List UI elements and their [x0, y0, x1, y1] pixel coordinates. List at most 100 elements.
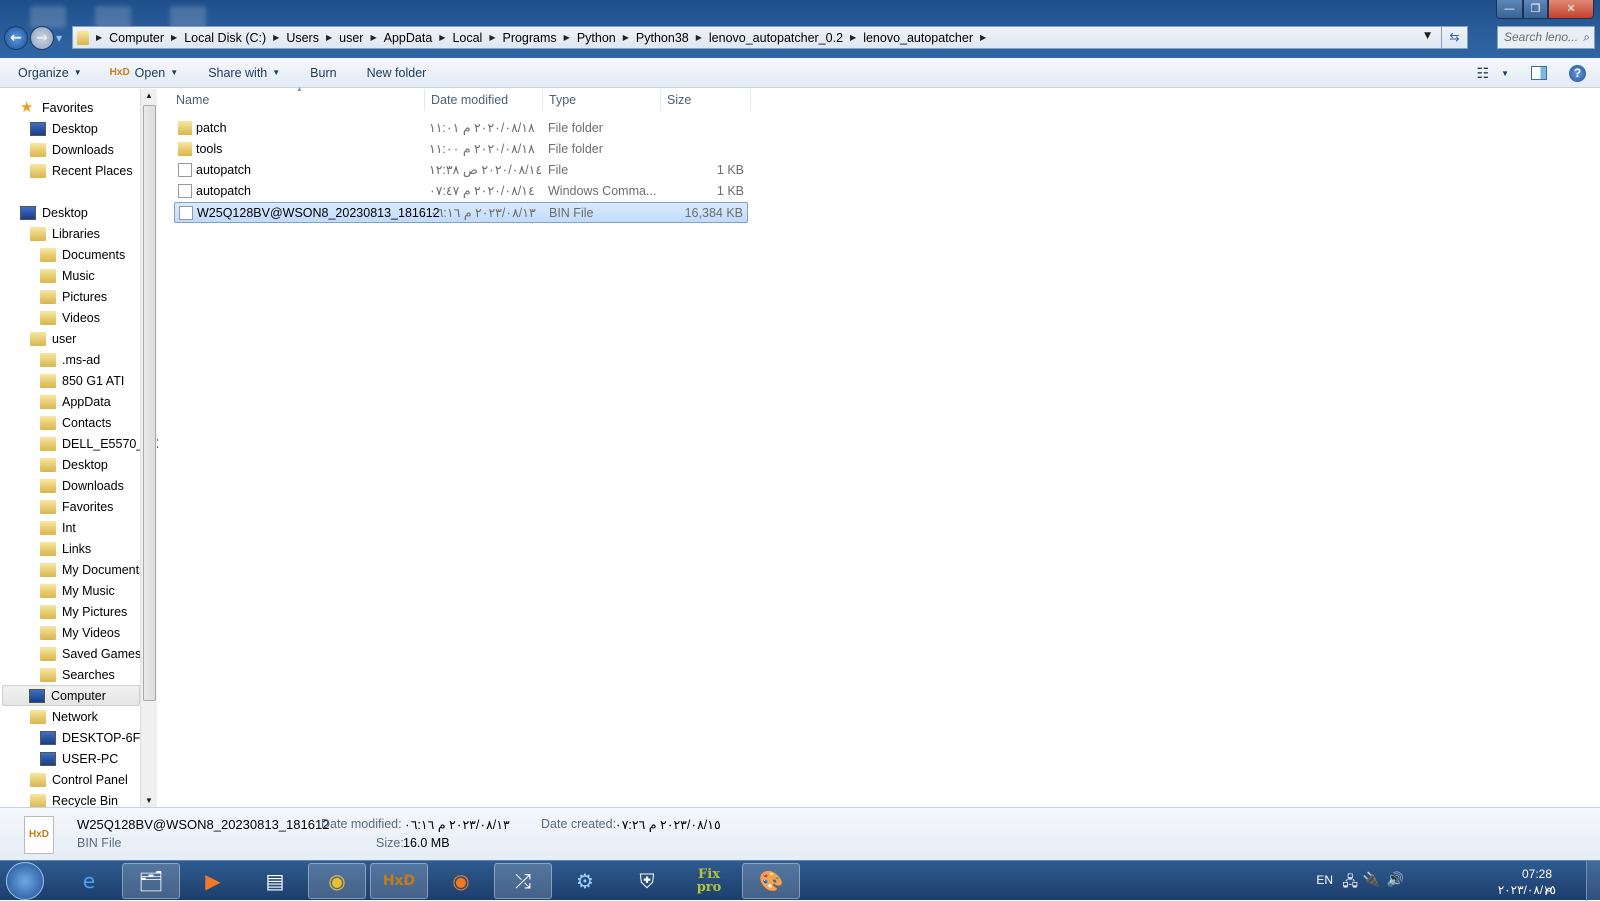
sidebar-item[interactable]: USER-PC: [40, 748, 118, 769]
breadcrumb-item[interactable]: lenovo_autopatcher_0.2: [709, 31, 843, 45]
sidebar-item[interactable]: 850 G1 ATI: [40, 370, 124, 391]
taskbar-paint-icon[interactable]: 🎨: [742, 863, 800, 899]
burn-button[interactable]: Burn: [310, 66, 336, 80]
file-row[interactable]: autopatch ٢٠٢٠/٠٨/١٤ م ٠٧:٤٧ Windows Comma…: [174, 181, 748, 202]
breadcrumb-separator-icon[interactable]: ▶: [980, 33, 986, 42]
breadcrumb-separator-icon[interactable]: ▶: [696, 33, 702, 42]
breadcrumb-separator-icon[interactable]: ▶: [171, 33, 177, 42]
breadcrumb-separator-icon[interactable]: ▶: [850, 33, 856, 42]
sidebar-item[interactable]: Saved Games: [40, 643, 141, 664]
sidebar-item[interactable]: user: [30, 328, 76, 349]
sidebar-item[interactable]: Int: [40, 517, 76, 538]
breadcrumb-item[interactable]: lenovo_autopatcher: [863, 31, 973, 45]
sidebar-item[interactable]: My Music: [40, 580, 115, 601]
sidebar-item[interactable]: Desktop: [20, 202, 88, 223]
sidebar-item[interactable]: Documents: [40, 244, 125, 265]
file-row[interactable]: patch ٢٠٢٠/٠٨/١٨ م ١١:٠١ File folder: [174, 118, 748, 139]
sidebar-item[interactable]: .ms-ad: [40, 349, 100, 370]
sidebar-item[interactable]: Contacts: [40, 412, 111, 433]
sidebar-item[interactable]: ★ Favorites: [20, 97, 93, 118]
breadcrumb-item[interactable]: Local Disk (C:): [184, 31, 266, 45]
open-button[interactable]: HxD Open ▼: [110, 66, 179, 80]
minimize-button[interactable]: —: [1496, 0, 1523, 19]
breadcrumb-item[interactable]: Computer: [109, 31, 164, 45]
sidebar-item[interactable]: Computer: [2, 685, 140, 706]
search-input[interactable]: Search leno... ⌕: [1497, 26, 1595, 49]
sidebar-item[interactable]: Desktop: [40, 454, 108, 475]
share-with-button[interactable]: Share with ▼: [208, 66, 280, 80]
breadcrumb-item[interactable]: Python: [577, 31, 616, 45]
close-button[interactable]: ✕: [1548, 0, 1594, 19]
breadcrumb-separator-icon[interactable]: ▶: [623, 33, 629, 42]
address-bar[interactable]: ▶ Computer ▶ Local Disk (C:) ▶ Users ▶ user ▶ App…: [72, 26, 1468, 49]
taskbar-settings-app-icon[interactable]: ⚙: [556, 863, 614, 899]
organize-button[interactable]: Organize ▼: [18, 66, 82, 80]
scrollbar-thumb[interactable]: [143, 105, 156, 701]
sidebar-item[interactable]: Desktop: [30, 118, 98, 139]
navigation-scrollbar[interactable]: ▲ ▼: [140, 89, 157, 807]
address-dropdown-icon[interactable]: ▼: [1424, 31, 1431, 41]
sidebar-item[interactable]: Recent Places: [30, 160, 133, 181]
new-folder-button[interactable]: New folder: [367, 66, 427, 80]
taskbar-window-app-icon[interactable]: ▤: [246, 863, 304, 899]
file-row[interactable]: autopatch ٢٠٢٠/٠٨/١٤ ص ١٢:٣٨ File 1 KB: [174, 160, 748, 181]
preview-pane-icon[interactable]: [1531, 66, 1547, 80]
taskbar-security-app-icon[interactable]: ⛨: [618, 863, 676, 899]
refresh-icon[interactable]: ⇆: [1441, 27, 1467, 48]
sidebar-item[interactable]: Control Panel: [30, 769, 128, 790]
breadcrumb-item[interactable]: user: [339, 31, 363, 45]
view-options-icon[interactable]: ☷: [1477, 65, 1490, 82]
column-date-modified[interactable]: Date modified: [425, 89, 543, 111]
scroll-down-icon[interactable]: ▼: [145, 796, 153, 805]
taskbar-file-explorer-icon[interactable]: 🗂: [122, 863, 180, 899]
file-row[interactable]: tools ٢٠٢٠/٠٨/١٨ م ١١:٠٠ File folder: [174, 139, 748, 160]
breadcrumb-separator-icon[interactable]: ▶: [564, 33, 570, 42]
recent-pages-chevron-icon[interactable]: ▼: [56, 34, 62, 43]
back-button[interactable]: ←: [4, 26, 28, 50]
sidebar-item[interactable]: Searches: [40, 664, 115, 685]
view-chevron-icon[interactable]: ▼: [1501, 69, 1509, 78]
breadcrumb-separator-icon[interactable]: ▶: [489, 33, 495, 42]
sidebar-item[interactable]: Libraries: [30, 223, 100, 244]
breadcrumb-separator-icon[interactable]: ▶: [370, 33, 376, 42]
sidebar-item[interactable]: My Documents: [40, 559, 145, 580]
breadcrumb-separator-icon[interactable]: ▶: [439, 33, 445, 42]
sidebar-item[interactable]: Links: [40, 538, 91, 559]
sidebar-item[interactable]: Pictures: [40, 286, 107, 307]
sidebar-item[interactable]: Downloads: [30, 139, 114, 160]
column-size[interactable]: Size: [661, 89, 751, 111]
sidebar-item[interactable]: AppData: [40, 391, 111, 412]
taskbar-chrome-icon[interactable]: ◉: [308, 863, 366, 899]
volume-icon[interactable]: 🔊: [1387, 871, 1404, 888]
maximize-button[interactable]: ❐: [1523, 0, 1548, 19]
breadcrumb-separator-icon[interactable]: ▶: [273, 33, 279, 42]
language-indicator[interactable]: EN: [1316, 873, 1333, 887]
sidebar-item[interactable]: Favorites: [40, 496, 113, 517]
taskbar-firefox-icon[interactable]: ◉: [432, 863, 490, 899]
file-row[interactable]: W25Q128BV@WSON8_20230813_181612 ٢٠٢٣/٠٨/١…: [174, 202, 748, 223]
taskbar-fixpro-icon[interactable]: Fix pro: [680, 863, 738, 899]
breadcrumb-item[interactable]: Users: [286, 31, 319, 45]
start-button[interactable]: [6, 862, 44, 900]
sidebar-item[interactable]: DESKTOP-6F74: [40, 727, 154, 748]
show-desktop-button[interactable]: [1586, 861, 1600, 901]
sidebar-item[interactable]: Network: [30, 706, 98, 727]
taskbar-hxd-icon[interactable]: HxD: [370, 863, 428, 899]
power-tray-icon[interactable]: 🔌: [1363, 871, 1380, 888]
taskbar-media-player-icon[interactable]: ▶: [184, 863, 242, 899]
column-type[interactable]: Type: [543, 89, 661, 111]
sidebar-item[interactable]: Music: [40, 265, 95, 286]
breadcrumb-item[interactable]: AppData: [384, 31, 433, 45]
breadcrumb-item[interactable]: Local: [452, 31, 482, 45]
clock-date[interactable]: ٢٠٢٣/٠٨/١٥: [1498, 883, 1556, 897]
scroll-up-icon[interactable]: ▲: [145, 91, 153, 100]
sidebar-item[interactable]: Recycle Bin: [30, 790, 118, 807]
breadcrumb-separator-icon[interactable]: ▶: [96, 33, 102, 42]
breadcrumb-item[interactable]: Programs: [502, 31, 556, 45]
taskbar-shuffle-app-icon[interactable]: ⤮: [494, 863, 552, 899]
breadcrumb-item[interactable]: Python38: [636, 31, 689, 45]
forward-button[interactable]: →: [30, 26, 54, 50]
breadcrumb-separator-icon[interactable]: ▶: [326, 33, 332, 42]
sidebar-item[interactable]: Videos: [40, 307, 100, 328]
sidebar-item[interactable]: My Pictures: [40, 601, 127, 622]
